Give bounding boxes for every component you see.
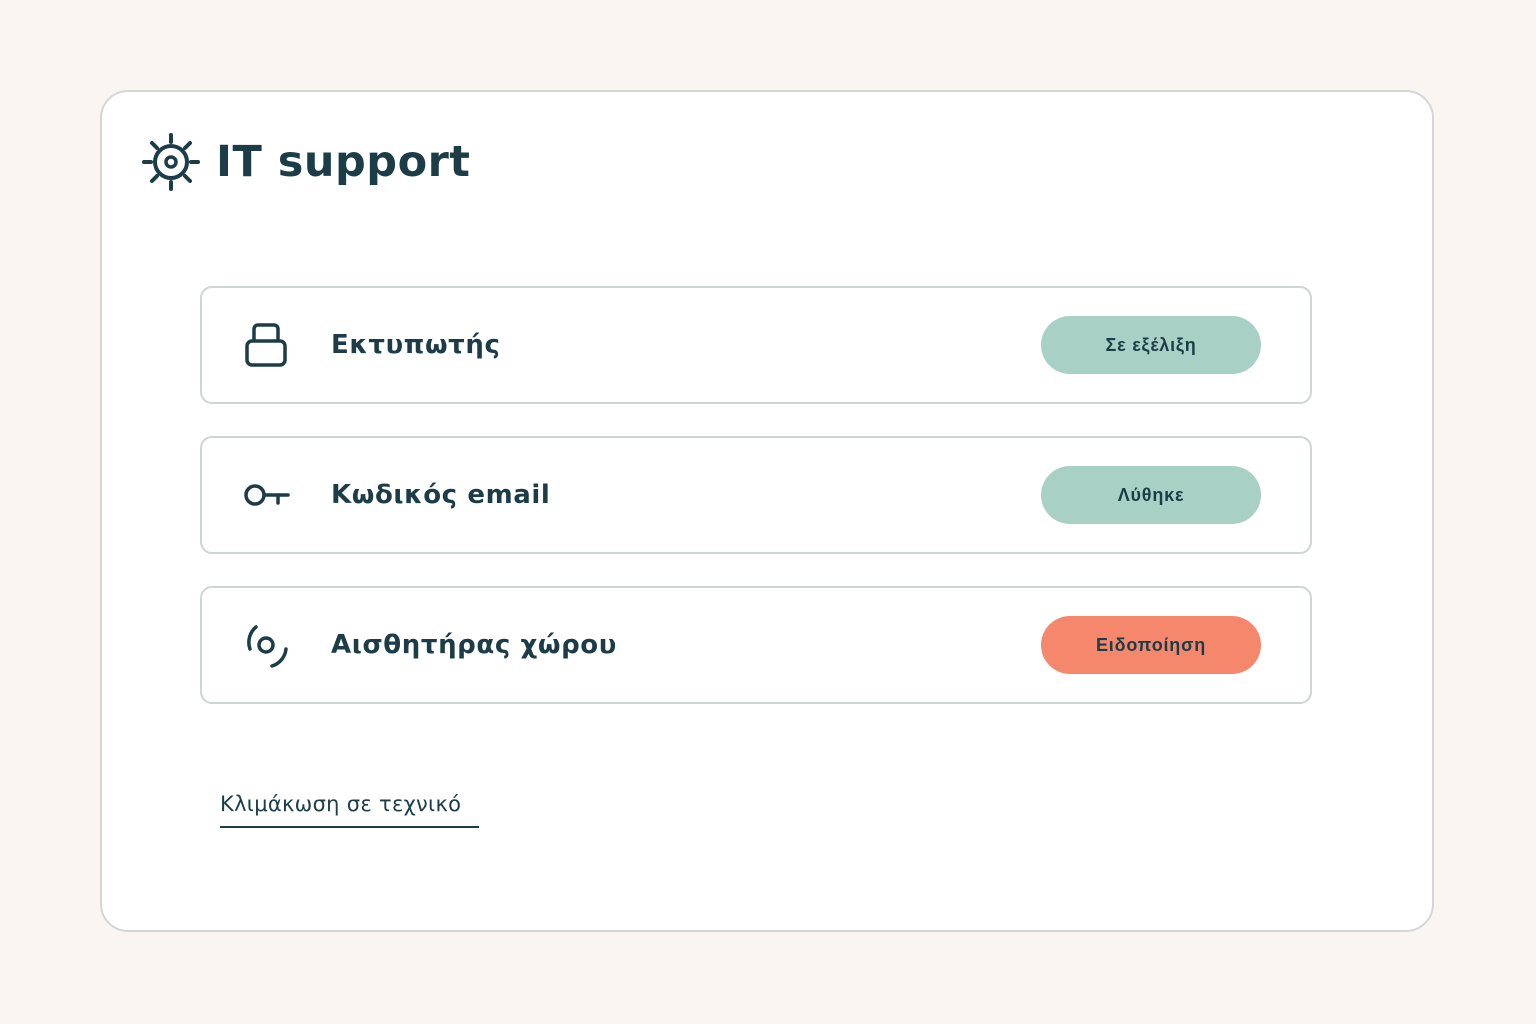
page-title: IT support — [216, 137, 471, 187]
ticket-row-email-password[interactable]: Κωδικός email Λύθηκε — [200, 436, 1312, 554]
ticket-row-room-sensor[interactable]: Αισθητήρας χώρου Ειδοποίηση — [200, 586, 1312, 704]
sensor-icon — [242, 621, 290, 669]
card-header: IT support — [142, 132, 470, 192]
status-badge[interactable]: Ειδοποίηση — [1041, 616, 1261, 674]
printer-icon — [242, 321, 290, 369]
support-card: IT support Εκτυπωτής Σε εξέλιξη Κωδικός … — [100, 90, 1434, 932]
ticket-label: Κωδικός email — [331, 480, 551, 510]
status-badge[interactable]: Σε εξέλιξη — [1041, 316, 1261, 374]
gear-icon — [142, 133, 200, 191]
status-badge[interactable]: Λύθηκε — [1041, 466, 1261, 524]
escalate-link[interactable]: Κλιμάκωση σε τεχνικό — [220, 792, 480, 828]
ticket-row-printer[interactable]: Εκτυπωτής Σε εξέλιξη — [200, 286, 1312, 404]
ticket-label: Εκτυπωτής — [331, 330, 501, 360]
ticket-label: Αισθητήρας χώρου — [331, 630, 617, 660]
key-icon — [242, 471, 290, 519]
